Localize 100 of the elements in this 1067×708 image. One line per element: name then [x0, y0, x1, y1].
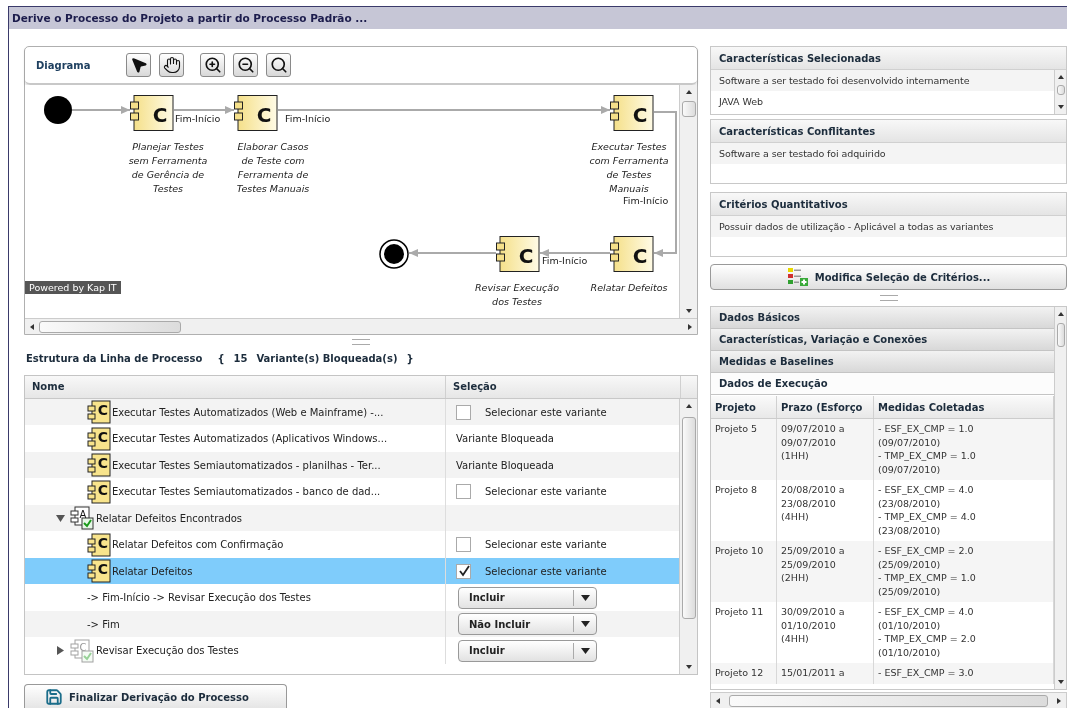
tool-button[interactable]: [126, 53, 152, 77]
scroll-right-icon[interactable]: [1055, 696, 1063, 705]
tree-item-label: Relatar Defeitos Encontrados: [96, 512, 243, 524]
blocked-label: Variante(s) Bloqueada(s): [256, 353, 398, 365]
checkbox-label: Selecionar este variante: [485, 539, 607, 551]
zoom-out-icon: [237, 56, 255, 74]
checkbox-label: Selecionar este variante: [485, 406, 607, 418]
tree-row[interactable]: C Relatar Defeitos Selecionar este variante: [25, 557, 679, 585]
checkbox[interactable]: [456, 563, 471, 579]
window-title: Derive o Processo do Projeto a partir do Processo Padrão ...: [9, 7, 1067, 29]
tree-item-label: Executar Testes Semiautomatizados - planilhas - Ter...: [112, 459, 381, 471]
panel-title: Características Conflitantes: [711, 120, 1066, 143]
save-icon: [45, 688, 63, 707]
scroll-down-icon[interactable]: [1056, 103, 1065, 111]
column-header[interactable]: Seleção: [446, 375, 681, 398]
accordion-header[interactable]: Dados Básicos: [711, 307, 1054, 329]
caret-icon: [580, 647, 590, 654]
horizontal-scrollbar[interactable]: [25, 318, 697, 334]
scroll-left-icon[interactable]: [714, 696, 722, 705]
caret-icon: [580, 621, 590, 628]
pointer-icon: [130, 56, 148, 74]
scroll-up-icon[interactable]: [1056, 73, 1065, 81]
column-header[interactable]: Nome: [25, 375, 446, 398]
hand-icon: [163, 56, 181, 74]
vertical-scrollbar[interactable]: [1054, 307, 1066, 689]
vertical-scrollbar[interactable]: [1054, 70, 1066, 114]
edge-label: Fim-Início: [623, 195, 669, 206]
criteria-list-icon: [786, 267, 809, 287]
node-label: Planejar Testes sem Ferramenta de Gerência de Testes: [127, 140, 209, 196]
tree-item-label: Relatar Defeitos com Confirmação: [112, 539, 284, 551]
tool-button[interactable]: [266, 53, 292, 77]
brace: {: [217, 353, 225, 365]
checkbox[interactable]: [456, 404, 471, 420]
tree-item-label: Relatar Defeitos: [112, 565, 193, 577]
edge-label: Fim-Início: [285, 113, 331, 124]
tree-row[interactable]: C Executar Testes Semiautomatizados - planilhas - Ter... Variante Bloqueada: [25, 451, 679, 479]
connector-arrow: [71, 106, 131, 114]
list-item[interactable]: Software a ser testado foi adquirido: [711, 143, 1066, 164]
include-dropdown[interactable]: Não Incluir: [458, 613, 597, 636]
tree-item-label: -> Fim: [87, 618, 120, 630]
checkbox[interactable]: [456, 537, 471, 553]
include-dropdown[interactable]: Incluir: [458, 639, 597, 662]
panel-title: Critérios Quantitativos: [711, 193, 1066, 216]
list-item[interactable]: Software a ser testado foi desenvolvido internamente: [711, 70, 1054, 91]
component-node: C: [496, 236, 540, 272]
edge-label: Fim-Início: [542, 255, 588, 266]
tree-item-label: Executar Testes Semiautomatizados - banco de dad...: [112, 486, 381, 498]
tree-row[interactable]: A Relatar Defeitos Encontrados: [25, 504, 679, 532]
credit-badge: Powered by Kap IT: [25, 281, 121, 294]
accordion-header[interactable]: Medidas e Baselines: [711, 351, 1054, 373]
tool-button[interactable]: [200, 53, 226, 77]
resize-handle[interactable]: [352, 339, 370, 345]
end-node: [379, 239, 409, 269]
tree-item-label: Executar Testes Automatizados (Web e Mainframe) -...: [112, 406, 384, 418]
expand-icon[interactable]: [55, 646, 65, 656]
magnifier-icon: [270, 56, 288, 74]
scroll-thumb[interactable]: [1056, 85, 1065, 95]
node-label: Executar Testes com Ferramenta de Testes Manuais: [588, 140, 670, 196]
resize-handle[interactable]: [879, 295, 898, 301]
scroll-thumb[interactable]: [681, 101, 696, 117]
column-header[interactable]: Projeto: [711, 396, 777, 418]
scroll-down-icon[interactable]: [1056, 678, 1065, 686]
checkbox[interactable]: [456, 484, 471, 500]
node-label: Elaborar Casos de Teste com Ferramenta de Testes Manuais: [235, 140, 311, 196]
tree-row[interactable]: C Executar Testes Automatizados (Web e Mainframe) -... Selecionar este variante: [25, 398, 679, 426]
section-title: Estrutura da Linha de Processo: [26, 353, 203, 365]
start-node: [44, 96, 72, 124]
node-label: Revisar Execução dos Testes: [474, 281, 560, 309]
scroll-right-icon[interactable]: [686, 322, 694, 331]
zoom-in-icon: [204, 56, 222, 74]
scroll-thumb[interactable]: [39, 320, 181, 333]
blocked-status: Variante Bloqueada: [456, 433, 554, 445]
edge-label: Fim-Início: [175, 113, 221, 124]
criteria-button[interactable]: Modifica Seleção de Critérios...: [710, 264, 1067, 290]
blocked-count: 15: [233, 353, 248, 365]
scroll-thumb[interactable]: [1056, 323, 1065, 347]
tool-button[interactable]: [159, 53, 185, 77]
vertical-scrollbar[interactable]: [679, 398, 697, 675]
checkbox-label: Selecionar este variante: [485, 565, 607, 577]
scroll-thumb[interactable]: [681, 416, 696, 619]
vertical-scrollbar[interactable]: [679, 85, 697, 318]
horizontal-scrollbar[interactable]: [710, 692, 1067, 708]
panel-title: Características Selecionadas: [711, 47, 1066, 70]
finish-button[interactable]: Finalizar Derivação do Processo: [24, 684, 287, 708]
collapse-icon[interactable]: [55, 513, 65, 523]
checkbox-label: Selecionar este variante: [485, 486, 607, 498]
column-header[interactable]: Prazo (Esforço: [777, 396, 874, 418]
component-node: C: [234, 95, 278, 131]
tool-button[interactable]: [233, 53, 259, 77]
tree-row[interactable]: -> Fim Não Incluir: [25, 610, 679, 638]
scroll-up-icon[interactable]: [684, 88, 693, 96]
scroll-down-icon[interactable]: [684, 307, 693, 315]
connector-arrow: [539, 249, 611, 257]
scroll-thumb[interactable]: [729, 694, 1048, 707]
include-dropdown[interactable]: Incluir: [458, 586, 597, 609]
accordion-header[interactable]: Características, Variação e Conexões: [711, 329, 1054, 351]
scroll-left-icon[interactable]: [28, 322, 36, 331]
blocked-status: Variante Bloqueada: [456, 459, 554, 471]
scroll-up-icon[interactable]: [1056, 310, 1065, 318]
list-item[interactable]: Possuir dados de utilização - Aplicável a todas as variantes: [711, 216, 1066, 237]
